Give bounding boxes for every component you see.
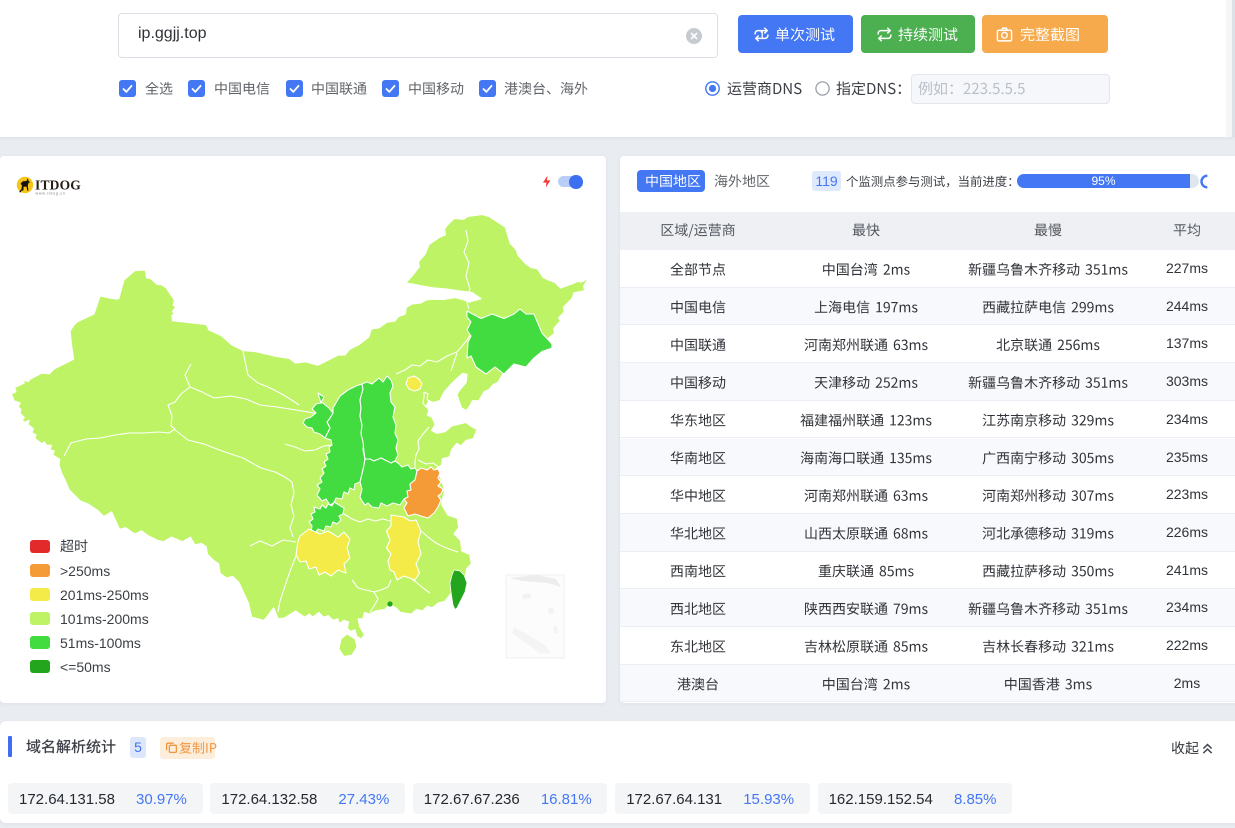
svg-text:ITDOG: ITDOG: [35, 178, 81, 193]
svg-text:www.itdog.cn: www.itdog.cn: [36, 192, 66, 196]
